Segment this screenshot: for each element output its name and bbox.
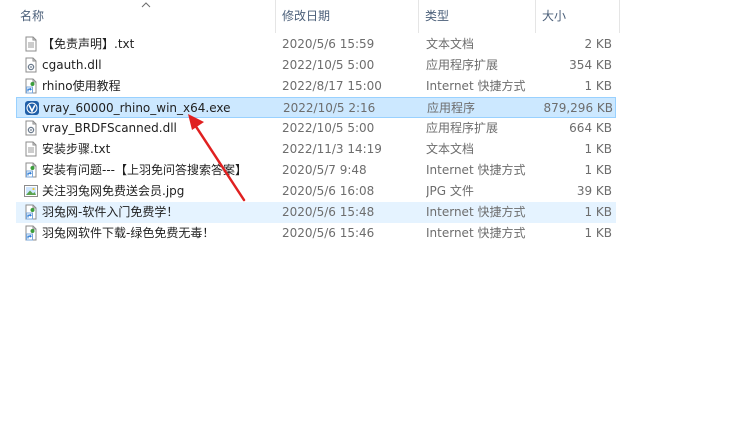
file-date: 2020/5/7 9:48 (282, 163, 367, 177)
file-size: 1 KB (584, 163, 612, 177)
image-file-icon (23, 183, 39, 199)
column-header-date[interactable]: 修改日期 (276, 0, 418, 33)
file-explorer: 名称 修改日期 类型 大小 【免责声明】.txt 2020/5/6 15:59 文本… (0, 0, 738, 446)
internet-shortcut-icon (23, 162, 39, 178)
column-header-name-label: 名称 (20, 9, 45, 23)
file-date: 2022/8/17 15:00 (282, 79, 382, 93)
file-date: 2020/5/6 15:48 (282, 205, 375, 219)
file-type: Internet 快捷方式 (426, 79, 526, 93)
file-type: Internet 快捷方式 (426, 163, 526, 177)
file-size: 1 KB (584, 79, 612, 93)
file-type: Internet 快捷方式 (426, 226, 526, 240)
column-header-type[interactable]: 类型 (419, 0, 535, 33)
file-size: 1 KB (584, 226, 612, 240)
file-row[interactable]: 关注羽兔网免费送会员.jpg 2020/5/6 16:08 JPG 文件 39 KB (16, 181, 616, 202)
vray-app-icon (24, 100, 40, 116)
file-row[interactable]: cgauth.dll 2022/10/5 5:00 应用程序扩展 354 KB (16, 55, 616, 76)
file-row[interactable]: vray_60000_rhino_win_x64.exe 2022/10/5 2:… (16, 97, 616, 118)
internet-shortcut-icon (23, 204, 39, 220)
dll-file-icon (23, 120, 39, 136)
file-date: 2022/11/3 14:19 (282, 142, 382, 156)
file-type: 文本文档 (426, 142, 475, 156)
file-date: 2020/5/6 15:59 (282, 37, 375, 51)
file-type: 文本文档 (426, 37, 475, 51)
file-row[interactable]: 羽兔网-软件入门免费学！ 2020/5/6 15:48 Internet 快捷方式 1… (16, 202, 616, 223)
file-row[interactable]: rhino使用教程 2022/8/17 15:00 Internet 快捷方式 1 K… (16, 76, 616, 97)
column-header-type-label: 类型 (425, 9, 450, 23)
column-header-size[interactable]: 大小 (536, 0, 620, 33)
file-name: 安装步骤.txt (42, 142, 111, 156)
file-size: 2 KB (584, 37, 612, 51)
file-row[interactable]: 安装有问题---【上羽免问答搜索答案】 2020/5/7 9:48 Internet… (16, 160, 616, 181)
file-name: rhino使用教程 (42, 79, 121, 93)
file-date: 2020/5/6 15:46 (282, 226, 375, 240)
column-header: 名称 修改日期 类型 大小 (0, 0, 738, 33)
file-size: 1 KB (584, 142, 612, 156)
dll-file-icon (23, 57, 39, 73)
file-name: 羽兔网软件下载-绿色免费无毒！ (42, 226, 215, 240)
file-row[interactable]: 羽兔网软件下载-绿色免费无毒！ 2020/5/6 15:46 Internet 快捷… (16, 223, 616, 244)
text-file-icon (23, 141, 39, 157)
file-size: 354 KB (569, 58, 612, 72)
file-name: 安装有问题---【上羽免问答搜索答案】 (42, 163, 247, 177)
file-type: 应用程序扩展 (426, 58, 499, 72)
column-divider[interactable] (619, 0, 620, 33)
column-header-size-label: 大小 (542, 9, 567, 23)
internet-shortcut-icon (23, 225, 39, 241)
file-size: 1 KB (584, 205, 612, 219)
file-name: cgauth.dll (42, 58, 102, 72)
file-type: 应用程序 (427, 101, 476, 115)
file-row[interactable]: 安装步骤.txt 2022/11/3 14:19 文本文档 1 KB (16, 139, 616, 160)
file-type: JPG 文件 (426, 184, 474, 198)
file-name: 关注羽兔网免费送会员.jpg (42, 184, 185, 198)
file-size: 39 KB (576, 184, 612, 198)
text-file-icon (23, 36, 39, 52)
file-row[interactable]: 【免责声明】.txt 2020/5/6 15:59 文本文档 2 KB (16, 34, 616, 55)
file-date: 2022/10/5 2:16 (283, 101, 376, 115)
file-name: vray_60000_rhino_win_x64.exe (43, 101, 231, 115)
file-type: Internet 快捷方式 (426, 205, 526, 219)
file-date: 2022/10/5 5:00 (282, 121, 375, 135)
file-name: vray_BRDFScanned.dll (42, 121, 177, 135)
sort-ascending-icon (141, 2, 151, 8)
file-date: 2020/5/6 16:08 (282, 184, 375, 198)
column-header-date-label: 修改日期 (282, 9, 331, 23)
file-size: 664 KB (569, 121, 612, 135)
file-date: 2022/10/5 5:00 (282, 58, 375, 72)
file-name: 【免责声明】.txt (42, 37, 135, 51)
file-row[interactable]: vray_BRDFScanned.dll 2022/10/5 5:00 应用程序扩展… (16, 118, 616, 139)
file-type: 应用程序扩展 (426, 121, 499, 135)
file-name: 羽兔网-软件入门免费学！ (42, 205, 179, 219)
file-size: 879,296 KB (543, 101, 613, 115)
internet-shortcut-icon (23, 78, 39, 94)
